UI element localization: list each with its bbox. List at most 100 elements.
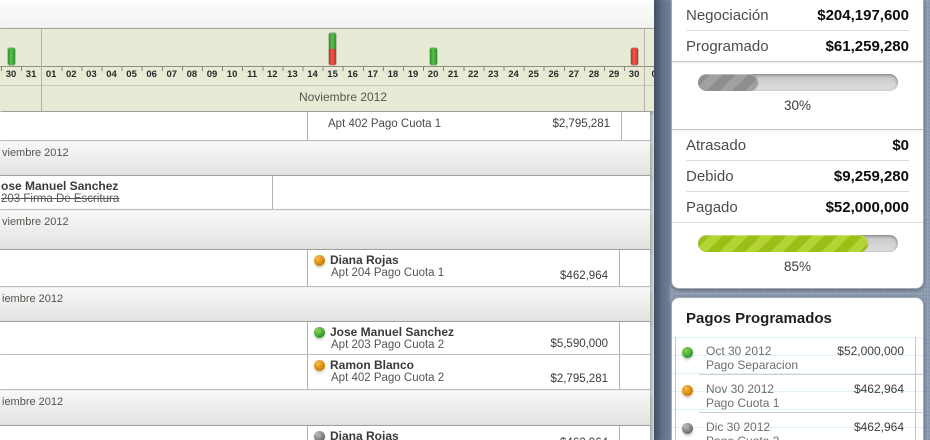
summary-value: $0 (892, 137, 909, 154)
scheduled-payment-item[interactable]: Nov 30 2012Pago Cuota 1$462,964 (699, 374, 923, 412)
timeline-marker-green[interactable] (430, 48, 437, 65)
month-group-label: iembre 2012 (2, 396, 63, 408)
timeline-day-label: 15 (323, 69, 343, 80)
month-group-label: viembre 2012 (2, 216, 69, 228)
timeline-day-label: 23 (483, 69, 503, 80)
task-person-name: Ramon Blanco (330, 358, 414, 372)
timeline-day-label: 12 (262, 69, 282, 80)
timeline-day-label: 05 (122, 69, 142, 80)
timeline-day-label: 26 (544, 69, 564, 80)
summary-value: $204,197,600 (817, 7, 909, 24)
payment-description: Pago Cuota 2 (706, 434, 779, 440)
task-box[interactable]: Ramon BlancoApt 402 Pago Cuota 2$2,795,2… (307, 355, 620, 389)
marker-segment-red (329, 49, 336, 65)
task-amount: $462,964 (560, 270, 608, 282)
status-dot-green (682, 347, 693, 358)
status-dot-green (314, 327, 325, 338)
task-amount: $2,795,281 (550, 373, 608, 385)
status-dot-gray (682, 423, 693, 434)
scheduled-payment-item[interactable]: Oct 30 2012Pago Separacion$52,000,000 (672, 337, 923, 374)
timeline-day-label: 21 (443, 69, 463, 80)
schedule-row[interactable]: Jose Manuel SanchezApt 203 Pago Cuota 2$… (0, 322, 650, 355)
summary-row-programado: Programado $61,259,280 (686, 31, 909, 61)
month-group-band: iembre 2012 (0, 287, 650, 322)
summary-card: Negociación $204,197,600 Programado $61,259… (671, 0, 924, 289)
task-person-name: Diana Rojas (330, 253, 399, 267)
summary-value: $52,000,000 (826, 199, 909, 216)
summary-label: Programado (686, 38, 769, 55)
timeline-day-label: 30 (1, 69, 21, 80)
timeline-marker-green[interactable] (8, 48, 15, 65)
task-amount: $5,590,000 (550, 338, 608, 350)
task-box[interactable]: Diana RojasApt 204 Pago Cuota 2$462,964 (307, 426, 620, 440)
summary-label: Negociación (686, 7, 769, 24)
summary-row-atrasado: Atrasado $0 (686, 130, 909, 161)
status-dot-orange (314, 360, 325, 371)
scheduled-payments-title: Pagos Programados (672, 298, 923, 337)
schedule-row[interactable]: Apt 402 Pago Cuota 1$2,795,281 (0, 112, 650, 141)
schedule-row[interactable]: Diana RojasApt 204 Pago Cuota 1 $462,964 (0, 250, 650, 287)
schedule-row[interactable]: Diana RojasApt 204 Pago Cuota 2$462,964 (0, 426, 650, 440)
scheduled-payments-card: Pagos Programados Oct 30 2012Pago Separa… (671, 297, 924, 440)
timeline-day-label: 20 (423, 69, 443, 80)
marker-segment-green (329, 33, 336, 49)
pagado-progress-block: 85% (672, 223, 923, 290)
summary-value: $61,259,280 (826, 38, 909, 55)
month-divider-line (644, 29, 645, 111)
summary-row-debido: Debido$9,259,280 (686, 161, 909, 192)
schedule-row[interactable]: Ramon BlancoApt 402 Pago Cuota 2$2,795,2… (0, 355, 650, 390)
task-label: Apt 402 Pago Cuota 1 (328, 118, 441, 130)
timeline-marker-green-red[interactable] (329, 33, 336, 65)
payment-date: Nov 30 2012 (706, 382, 774, 396)
pagado-progress-label: 85% (672, 259, 923, 274)
payment-amount: $462,964 (854, 420, 904, 434)
timeline-day-label: 02 (61, 69, 81, 80)
timeline-day-label: 01 (41, 69, 61, 80)
side-panel: Negociación $204,197,600 Programado $61,259… (654, 0, 930, 440)
timeline-day-label: 24 (504, 69, 524, 80)
panel-left-edge (654, 0, 671, 440)
scheduled-payments-list: Oct 30 2012Pago Separacion$52,000,000Nov… (672, 337, 923, 440)
timeline-day-label: 28 (584, 69, 604, 80)
timeline-day-label: 30 (624, 69, 644, 80)
month-group-label: viembre 2012 (2, 147, 69, 159)
timeline-day-label: 31 (21, 69, 41, 80)
payment-date: Dic 30 2012 (706, 420, 770, 434)
schedule-row[interactable]: ose Manuel Sanchez203 Firma De Escritura (0, 176, 650, 210)
month-group-band: viembre 2012 (0, 210, 650, 250)
status-dot-orange (682, 385, 693, 396)
status-dot-orange (314, 255, 325, 266)
task-box[interactable]: Diana RojasApt 204 Pago Cuota 1 $462,964 (307, 250, 620, 286)
task-box[interactable]: ose Manuel Sanchez203 Firma De Escritura (0, 176, 273, 209)
month-group-band: iembre 2012 (0, 390, 650, 426)
timeline-day-label: 25 (524, 69, 544, 80)
task-box[interactable]: Jose Manuel SanchezApt 203 Pago Cuota 2$… (307, 322, 620, 354)
task-box[interactable]: Apt 402 Pago Cuota 1$2,795,281 (307, 112, 622, 140)
payment-description: Pago Separacion (706, 358, 798, 372)
task-label: Apt 204 Pago Cuota 1 (331, 267, 444, 279)
payment-description: Pago Cuota 1 (706, 396, 779, 410)
summary-label: Atrasado (686, 137, 746, 154)
month-divider-line (41, 29, 42, 111)
timeline-day-label: 19 (403, 69, 423, 80)
timeline-ruler[interactable]: 3031010203040506070809101112131415161718… (0, 29, 655, 111)
timeline-day-label: 10 (222, 69, 242, 80)
ruler-month-separator (0, 85, 654, 86)
progress-track (698, 235, 898, 252)
payment-schedule-app: 3031010203040506070809101112131415161718… (0, 0, 930, 440)
gantt-pane: 3031010203040506070809101112131415161718… (0, 0, 654, 440)
timeline-day-label: 04 (102, 69, 122, 80)
timeline-marker-red[interactable] (631, 48, 638, 65)
scheduled-payment-item[interactable]: Dic 30 2012Pago Cuota 2 $462,964 (699, 412, 923, 440)
timeline-day-label: 27 (564, 69, 584, 80)
timeline-day-label: 08 (182, 69, 202, 80)
timeline-day-label: 22 (463, 69, 483, 80)
month-group-band: viembre 2012 (0, 141, 650, 176)
timeline-day-label: 03 (81, 69, 101, 80)
marker-segment-green (8, 48, 15, 65)
timeline-day-label: 07 (162, 69, 182, 80)
month-group-label: iembre 2012 (2, 293, 63, 305)
summary-label: Debido (686, 168, 734, 185)
payment-date: Oct 30 2012 (706, 344, 771, 358)
summary-row-negociacin: Negociación $204,197,600 (686, 0, 909, 31)
